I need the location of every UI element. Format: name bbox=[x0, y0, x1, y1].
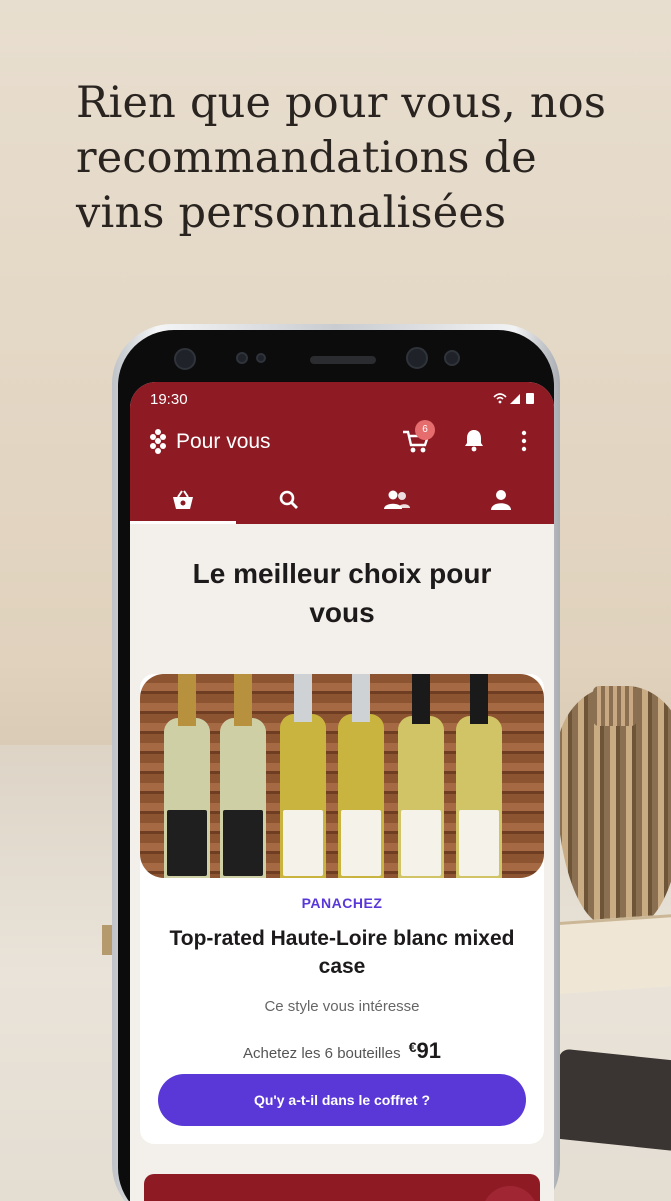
phone-frame: 19:30 Pour vous 6 Le meilleur choix pour… bbox=[112, 324, 560, 1201]
price-currency: € bbox=[408, 1039, 417, 1055]
grape-logo-icon bbox=[150, 429, 166, 454]
phone-speaker bbox=[310, 356, 376, 364]
sensor-icon bbox=[444, 350, 460, 366]
bell-icon[interactable] bbox=[463, 428, 485, 452]
price: €91 bbox=[409, 1038, 441, 1063]
front-camera-icon bbox=[174, 348, 196, 370]
offer-card[interactable]: PANACHEZ Top-rated Haute-Loire blanc mix… bbox=[140, 674, 544, 1144]
price-label: Achetez les 6 bouteilles bbox=[242, 1045, 401, 1062]
sensor-icon bbox=[256, 353, 266, 363]
decor-phone bbox=[550, 1048, 671, 1152]
search-icon bbox=[279, 490, 298, 509]
offer-name: Top-rated Haute-Loire blanc mixed case bbox=[169, 927, 515, 978]
wine-bottle bbox=[280, 674, 326, 878]
product-image bbox=[140, 674, 544, 878]
tab-profile[interactable] bbox=[448, 480, 554, 524]
section-title: Le meilleur choix pour vous bbox=[192, 558, 492, 628]
next-offer-card[interactable] bbox=[144, 1174, 540, 1201]
wine-bottle bbox=[220, 674, 266, 878]
tab-shop[interactable] bbox=[130, 480, 236, 524]
wine-bottle bbox=[398, 674, 444, 878]
marketing-headline: Rien que pour vous, nos recommandations … bbox=[76, 78, 607, 238]
offer-subtitle: Ce style vous intéresse bbox=[264, 998, 420, 1015]
whats-in-the-case-button[interactable]: Qu'y a-t-il dans le coffret ? bbox=[158, 1074, 526, 1126]
wine-bottle bbox=[456, 674, 502, 878]
price-row: Achetez les 6 bouteilles €91 bbox=[140, 1038, 544, 1064]
active-tab-indicator bbox=[130, 521, 236, 524]
basket-icon bbox=[173, 490, 193, 509]
wine-bottle bbox=[164, 674, 210, 878]
app-header: 19:30 Pour vous 6 bbox=[130, 382, 554, 524]
tab-search[interactable] bbox=[236, 480, 342, 524]
price-value: 91 bbox=[416, 1038, 442, 1063]
person-icon bbox=[491, 490, 511, 510]
app-title: Pour vous bbox=[176, 430, 271, 453]
more-options-icon[interactable] bbox=[520, 430, 528, 452]
tab-community[interactable] bbox=[342, 480, 448, 524]
phone-bezel: 19:30 Pour vous 6 Le meilleur choix pour… bbox=[118, 330, 554, 1201]
camera-icon bbox=[406, 347, 428, 369]
decor-book bbox=[552, 913, 671, 995]
people-icon bbox=[384, 490, 410, 509]
signal-battery-icon bbox=[493, 393, 534, 404]
cart-count-badge: 6 bbox=[415, 420, 435, 440]
offer-eyebrow: PANACHEZ bbox=[301, 895, 383, 911]
sensor-icon bbox=[236, 352, 248, 364]
app-screen: 19:30 Pour vous 6 Le meilleur choix pour… bbox=[130, 382, 554, 1201]
wine-bottle bbox=[338, 674, 384, 878]
status-time: 19:30 bbox=[150, 391, 188, 408]
decor-vase-neck bbox=[593, 686, 637, 726]
status-icons bbox=[492, 391, 538, 408]
